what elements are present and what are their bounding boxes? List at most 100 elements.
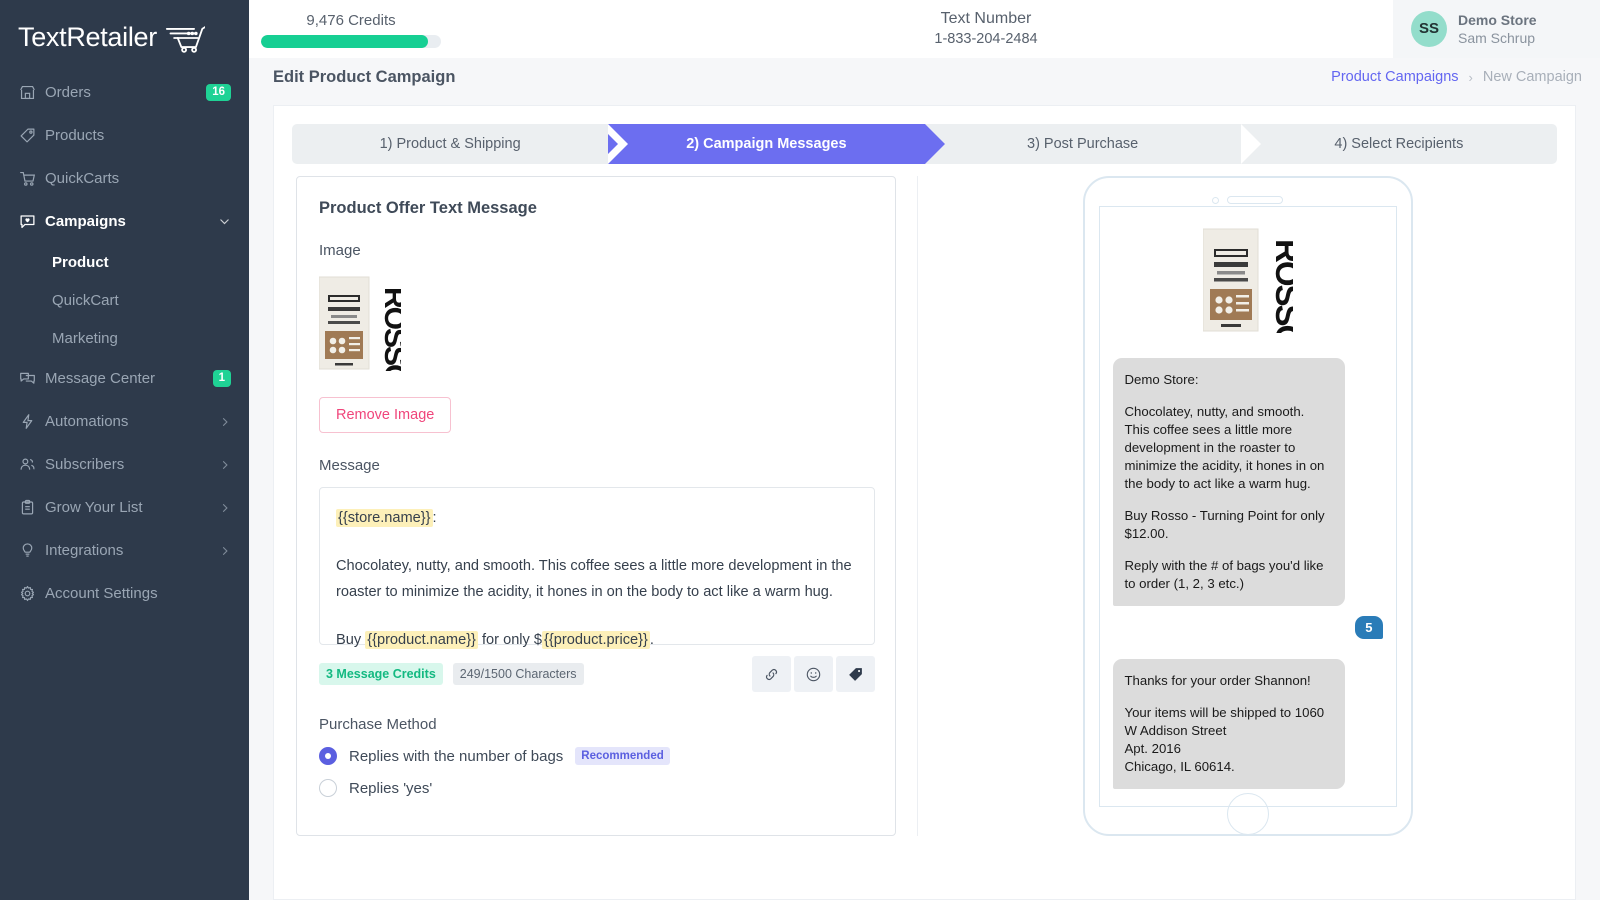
step-1-product-shipping[interactable]: 1) Product & Shipping (292, 124, 629, 164)
step-label: 4) Select Recipients (1334, 136, 1464, 152)
app-root: TextRetailer Orders 16 Products QuickCar… (0, 0, 1600, 900)
step-notch-icon (598, 124, 629, 164)
user-menu[interactable]: SS Demo Store Sam Schrup (1393, 0, 1600, 58)
preview-pane: ROSSO Demo Store: Chocolatey, nutty, and… (938, 176, 1557, 836)
cart-icon (19, 170, 45, 187)
speaker-icon (1227, 196, 1283, 204)
sidebar-subitem-quickcart[interactable]: QuickCart (0, 281, 249, 319)
sidebar-item-label: Grow Your List (45, 499, 143, 516)
sidebar-item-label: Automations (45, 413, 129, 430)
chevron-right-icon[interactable] (219, 502, 231, 514)
breadcrumb-separator-icon: › (1468, 69, 1473, 85)
chat-bubbles-icon (19, 370, 45, 387)
sidebar-subitem-product[interactable]: Product (0, 243, 249, 281)
message-line3-tail: . (649, 632, 654, 648)
sidebar-subitem-label: QuickCart (52, 291, 119, 309)
product-image-thumbnail[interactable]: ROSSO (318, 275, 411, 387)
step-arrow-icon (924, 124, 945, 164)
step-label: 2) Campaign Messages (686, 136, 847, 152)
svg-text:ROSSO: ROSSO (1269, 239, 1293, 333)
sidebar-item-label: Campaigns (45, 213, 126, 230)
main-area: 9,476 Credits Text Number 1-833-204-2484… (249, 0, 1600, 900)
sidebar-item-label: Orders (45, 84, 91, 101)
sidebar-item-automations[interactable]: Automations (0, 400, 249, 443)
page-header: Edit Product Campaign Product Campaigns … (249, 58, 1600, 96)
sidebar-item-label: Account Settings (45, 585, 158, 602)
step-label: 3) Post Purchase (1027, 136, 1139, 152)
step-notch-icon (1240, 124, 1261, 164)
chevron-right-icon[interactable] (219, 459, 231, 471)
message-line-3: Buy {{product.name}} for only $ {{product… (336, 627, 858, 653)
sidebar-subitem-marketing[interactable]: Marketing (0, 319, 249, 357)
sidebar-item-integrations[interactable]: Integrations (0, 529, 249, 572)
breadcrumb-current: New Campaign (1482, 69, 1582, 85)
sidebar-item-grow-your-list[interactable]: Grow Your List (0, 486, 249, 529)
camera-icon (1212, 196, 1219, 204)
bubble-gap (1125, 389, 1333, 403)
sidebar-item-quickcarts[interactable]: QuickCarts (0, 157, 249, 200)
lightbulb-icon (19, 542, 45, 559)
preview-bubble-store: Demo Store: Chocolatey, nutty, and smoot… (1112, 358, 1345, 606)
brand-logo[interactable]: TextRetailer (0, 10, 249, 71)
sidebar-subitem-label: Marketing (52, 329, 118, 347)
step-2-campaign-messages[interactable]: 2) Campaign Messages (598, 124, 945, 164)
radio-yes[interactable] (319, 779, 337, 797)
message-line-1: {{store.name}}: (336, 505, 858, 531)
bubble-gap (1125, 543, 1333, 557)
phone-preview: ROSSO Demo Store: Chocolatey, nutty, and… (1082, 176, 1413, 836)
purchase-option-yes[interactable]: Replies 'yes' (319, 779, 873, 797)
tag-icon (19, 127, 45, 144)
credits-label: 9,476 Credits (306, 11, 396, 29)
people-icon (19, 456, 45, 473)
sidebar-item-label: Message Center (45, 370, 156, 387)
sidebar-item-message-center[interactable]: Message Center 1 (0, 357, 249, 400)
gear-icon (19, 585, 45, 602)
bubble-gap (1125, 690, 1333, 704)
purchase-option-bags[interactable]: Replies with the number of bags Recommen… (319, 747, 873, 765)
sidebar-item-campaigns[interactable]: Campaigns (0, 200, 249, 243)
remove-image-button[interactable]: Remove Image (319, 397, 452, 433)
sidebar-item-label: Products (45, 127, 105, 144)
sidebar-item-subscribers[interactable]: Subscribers (0, 443, 249, 486)
sidebar-item-label: QuickCarts (45, 170, 120, 187)
preview-bubble-reply: 5 (1355, 616, 1383, 639)
card-title: Product Offer Text Message (319, 199, 537, 217)
chevron-down-icon[interactable] (218, 215, 231, 228)
sidebar-item-account-settings[interactable]: Account Settings (0, 572, 249, 615)
emoji-icon[interactable] (794, 656, 833, 692)
tag-icon[interactable] (836, 656, 875, 692)
step-3-post-purchase[interactable]: 3) Post Purchase (924, 124, 1261, 164)
page-title: Edit Product Campaign (273, 67, 456, 86)
purchase-method-label: Purchase Method (319, 716, 437, 733)
sidebar-item-products[interactable]: Products (0, 114, 249, 157)
chevron-right-icon[interactable] (219, 416, 231, 428)
lightning-icon (19, 413, 45, 430)
message-textarea[interactable]: {{store.name}}: Chocolatey, nutty, and s… (319, 487, 875, 649)
image-field-label: Image (319, 242, 361, 259)
bubble-sender: Demo Store: (1124, 372, 1199, 387)
credits-progress-bar (261, 34, 441, 48)
avatar: SS (1411, 10, 1447, 47)
preview-product-image: ROSSO (1202, 227, 1306, 350)
chevron-right-icon[interactable] (219, 545, 231, 557)
step-4-select-recipients[interactable]: 4) Select Recipients (1240, 124, 1557, 164)
step-wizard: 1) Product & Shipping 2) Campaign Messag… (274, 106, 1575, 176)
user-person-name: Sam Schrup (1458, 29, 1536, 46)
message-line1-tail: : (432, 510, 437, 526)
home-button-icon (1226, 793, 1269, 835)
user-store-name: Demo Store (1458, 11, 1537, 28)
brand-name: TextRetailer (18, 22, 157, 52)
form-pane: Product Offer Text Message Image ROSS Re… (292, 176, 897, 836)
phone-screen: ROSSO Demo Store: Chocolatey, nutty, and… (1098, 206, 1397, 807)
message-heart-icon (19, 213, 45, 230)
confirmation-line-4: Chicago, IL 60614. (1124, 759, 1235, 774)
breadcrumb-link-product-campaigns[interactable]: Product Campaigns (1331, 69, 1458, 85)
product-offer-card: Product Offer Text Message Image ROSS Re… (296, 176, 896, 836)
message-toolbar: 3 Message Credits 249/1500 Characters (319, 656, 875, 692)
sidebar-item-orders[interactable]: Orders 16 (0, 71, 249, 114)
link-icon[interactable] (752, 656, 791, 692)
radio-bags[interactable] (319, 747, 337, 765)
message-line3-pre: Buy (336, 632, 366, 648)
confirmation-line-3: Apt. 2016 (1124, 741, 1181, 756)
